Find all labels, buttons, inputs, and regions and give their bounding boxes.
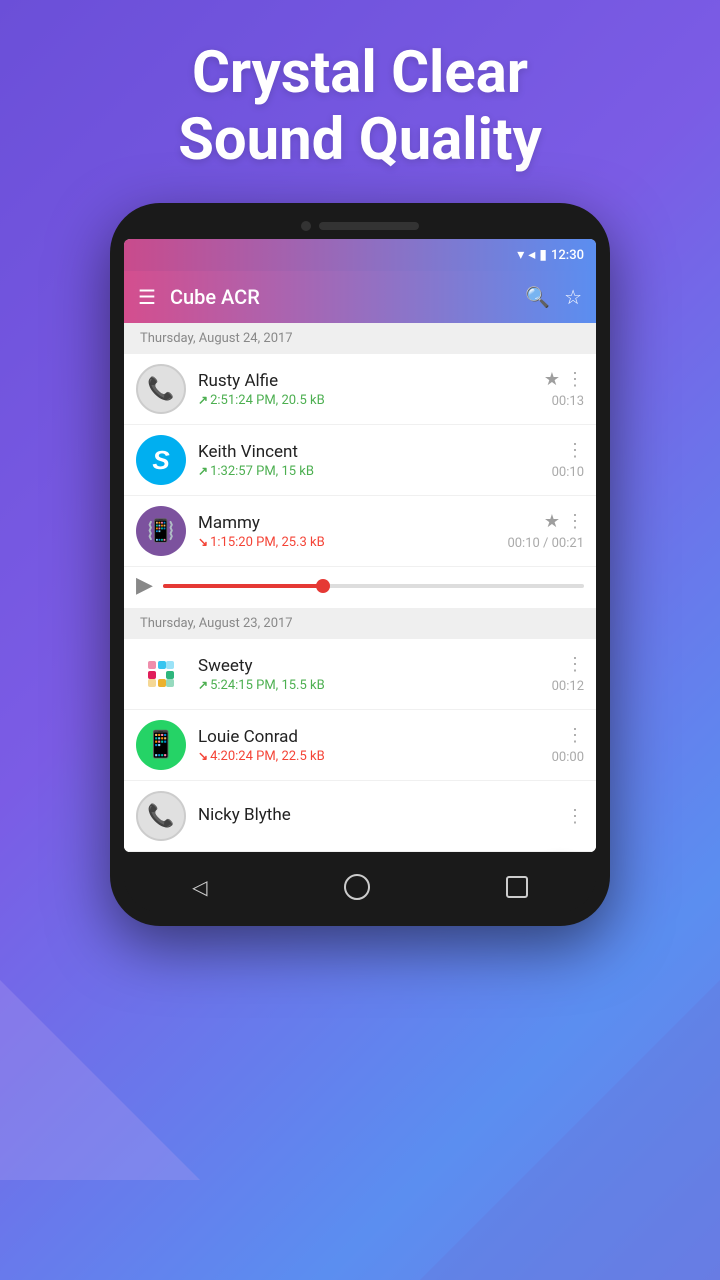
- phone-avatar-icon: 📞: [147, 377, 174, 402]
- phone-nav-bar: ◁: [124, 862, 596, 912]
- more-sweety[interactable]: ⋮: [566, 654, 584, 675]
- call-list: Thursday, August 24, 2017 📞 Rusty Alfie …: [124, 323, 596, 852]
- more-keith[interactable]: ⋮: [566, 440, 584, 461]
- star-mammy[interactable]: ★: [544, 511, 560, 532]
- call-name-mammy: Mammy: [198, 513, 507, 533]
- call-item-rusty-alfie[interactable]: 📞 Rusty Alfie ↗ 2:51:24 PM, 20.5 kB ★ ⋮: [124, 354, 596, 425]
- call-item-nicky-blythe[interactable]: 📞 Nicky Blythe ⋮: [124, 781, 596, 852]
- avatar-rusty: 📞: [136, 364, 186, 414]
- date-header-1: Thursday, August 24, 2017: [124, 323, 596, 354]
- status-time: 12:30: [551, 248, 584, 263]
- duration-sweety: 00:12: [552, 679, 584, 694]
- signal-icon: ◂: [528, 247, 535, 263]
- call-meta-louie: ⋮ 00:00: [552, 725, 584, 765]
- duration-keith: 00:10: [552, 465, 584, 480]
- play-button[interactable]: ▶: [136, 573, 153, 598]
- toolbar-icons: 🔍 ☆: [525, 285, 582, 309]
- call-detail-sweety: ↗ 5:24:15 PM, 15.5 kB: [198, 678, 552, 693]
- call-item-sweety[interactable]: Sweety ↗ 5:24:15 PM, 15.5 kB ⋮ 00:12: [124, 639, 596, 710]
- playback-bar: ▶: [124, 567, 596, 608]
- call-detail-rusty: ↗ 2:51:24 PM, 20.5 kB: [198, 393, 544, 408]
- duration-mammy: 00:10 / 00:21: [507, 536, 584, 551]
- incoming-arrow-louie: ↘: [198, 749, 208, 763]
- call-actions-keith: ⋮: [566, 440, 584, 461]
- app-title: Cube ACR: [170, 285, 511, 309]
- incoming-arrow-mammy: ↘: [198, 535, 208, 549]
- status-bar: ▾ ◂ ▮ 12:30: [124, 239, 596, 271]
- nav-home-button[interactable]: [344, 874, 370, 900]
- call-actions-nicky: ⋮: [566, 806, 584, 827]
- duration-louie: 00:00: [552, 750, 584, 765]
- call-info-nicky: Nicky Blythe: [198, 805, 566, 827]
- header-line2: Sound Quality: [178, 106, 542, 174]
- call-actions-mammy: ★ ⋮: [544, 511, 584, 532]
- phone-camera: [301, 221, 311, 231]
- call-meta-mammy: ★ ⋮ 00:10 / 00:21: [507, 511, 584, 551]
- wifi-icon: ▾: [517, 247, 524, 263]
- nav-back-button[interactable]: ◁: [192, 875, 207, 899]
- call-info-mammy: Mammy ↘ 1:15:20 PM, 25.3 kB: [198, 513, 507, 550]
- search-icon[interactable]: 🔍: [525, 285, 550, 309]
- call-info-louie: Louie Conrad ↘ 4:20:24 PM, 22.5 kB: [198, 727, 552, 764]
- call-item-mammy[interactable]: 📳 Mammy ↘ 1:15:20 PM, 25.3 kB ★ ⋮: [124, 496, 596, 567]
- call-actions-rusty: ★ ⋮: [544, 369, 584, 390]
- slack-logo-icon: [144, 657, 178, 691]
- date-header-2: Thursday, August 23, 2017: [124, 608, 596, 639]
- call-detail-keith: ↗ 1:32:57 PM, 15 kB: [198, 464, 552, 479]
- star-rusty[interactable]: ★: [544, 369, 560, 390]
- more-mammy[interactable]: ⋮: [566, 511, 584, 532]
- phone-screen: ▾ ◂ ▮ 12:30 ☰ Cube ACR 🔍 ☆ Thursd: [124, 239, 596, 852]
- avatar-keith: S: [136, 435, 186, 485]
- whatsapp-icon: 📱: [145, 730, 177, 760]
- call-actions-louie: ⋮: [566, 725, 584, 746]
- call-meta-sweety: ⋮ 00:12: [552, 654, 584, 694]
- call-name-nicky: Nicky Blythe: [198, 805, 566, 825]
- phone-device: ▾ ◂ ▮ 12:30 ☰ Cube ACR 🔍 ☆ Thursd: [110, 203, 610, 926]
- outgoing-arrow-sweety: ↗: [198, 678, 208, 692]
- avatar-nicky: 📞: [136, 791, 186, 841]
- call-detail-louie: ↘ 4:20:24 PM, 22.5 kB: [198, 749, 552, 764]
- hamburger-icon[interactable]: ☰: [138, 285, 156, 309]
- call-name-sweety: Sweety: [198, 656, 552, 676]
- progress-thumb: [316, 579, 330, 593]
- call-item-louie-conrad[interactable]: 📱 Louie Conrad ↘ 4:20:24 PM, 22.5 kB ⋮: [124, 710, 596, 781]
- call-info-rusty: Rusty Alfie ↗ 2:51:24 PM, 20.5 kB: [198, 371, 544, 408]
- header-line1: Crystal Clear: [192, 39, 528, 107]
- outgoing-arrow-rusty: ↗: [198, 393, 208, 407]
- call-detail-mammy: ↘ 1:15:20 PM, 25.3 kB: [198, 535, 507, 550]
- viber-icon: 📳: [147, 519, 174, 544]
- duration-rusty: 00:13: [552, 394, 584, 409]
- promo-header: Crystal Clear Sound Quality: [0, 0, 720, 203]
- skype-icon: S: [152, 445, 169, 476]
- phone-icon-nicky: 📞: [147, 804, 174, 829]
- call-item-keith-vincent[interactable]: S Keith Vincent ↗ 1:32:57 PM, 15 kB ⋮: [124, 425, 596, 496]
- more-louie[interactable]: ⋮: [566, 725, 584, 746]
- app-toolbar: ☰ Cube ACR 🔍 ☆: [124, 271, 596, 323]
- status-icons: ▾ ◂ ▮ 12:30: [517, 247, 584, 263]
- progress-track[interactable]: [163, 584, 584, 588]
- more-nicky[interactable]: ⋮: [566, 806, 584, 827]
- phone-notch: [124, 221, 596, 231]
- call-info-keith: Keith Vincent ↗ 1:32:57 PM, 15 kB: [198, 442, 552, 479]
- star-filter-icon[interactable]: ☆: [564, 285, 582, 309]
- call-actions-sweety: ⋮: [566, 654, 584, 675]
- more-rusty[interactable]: ⋮: [566, 369, 584, 390]
- call-name-rusty: Rusty Alfie: [198, 371, 544, 391]
- nav-recent-button[interactable]: [506, 876, 528, 898]
- avatar-sweety: [136, 649, 186, 699]
- call-meta-keith: ⋮ 00:10: [552, 440, 584, 480]
- avatar-louie: 📱: [136, 720, 186, 770]
- avatar-mammy: 📳: [136, 506, 186, 556]
- call-name-keith: Keith Vincent: [198, 442, 552, 462]
- call-info-sweety: Sweety ↗ 5:24:15 PM, 15.5 kB: [198, 656, 552, 693]
- battery-icon: ▮: [539, 247, 547, 263]
- call-meta-nicky: ⋮: [566, 806, 584, 827]
- phone-speaker: [319, 222, 419, 230]
- call-name-louie: Louie Conrad: [198, 727, 552, 747]
- call-meta-rusty: ★ ⋮ 00:13: [544, 369, 584, 409]
- outgoing-arrow-keith: ↗: [198, 464, 208, 478]
- progress-fill: [163, 584, 323, 588]
